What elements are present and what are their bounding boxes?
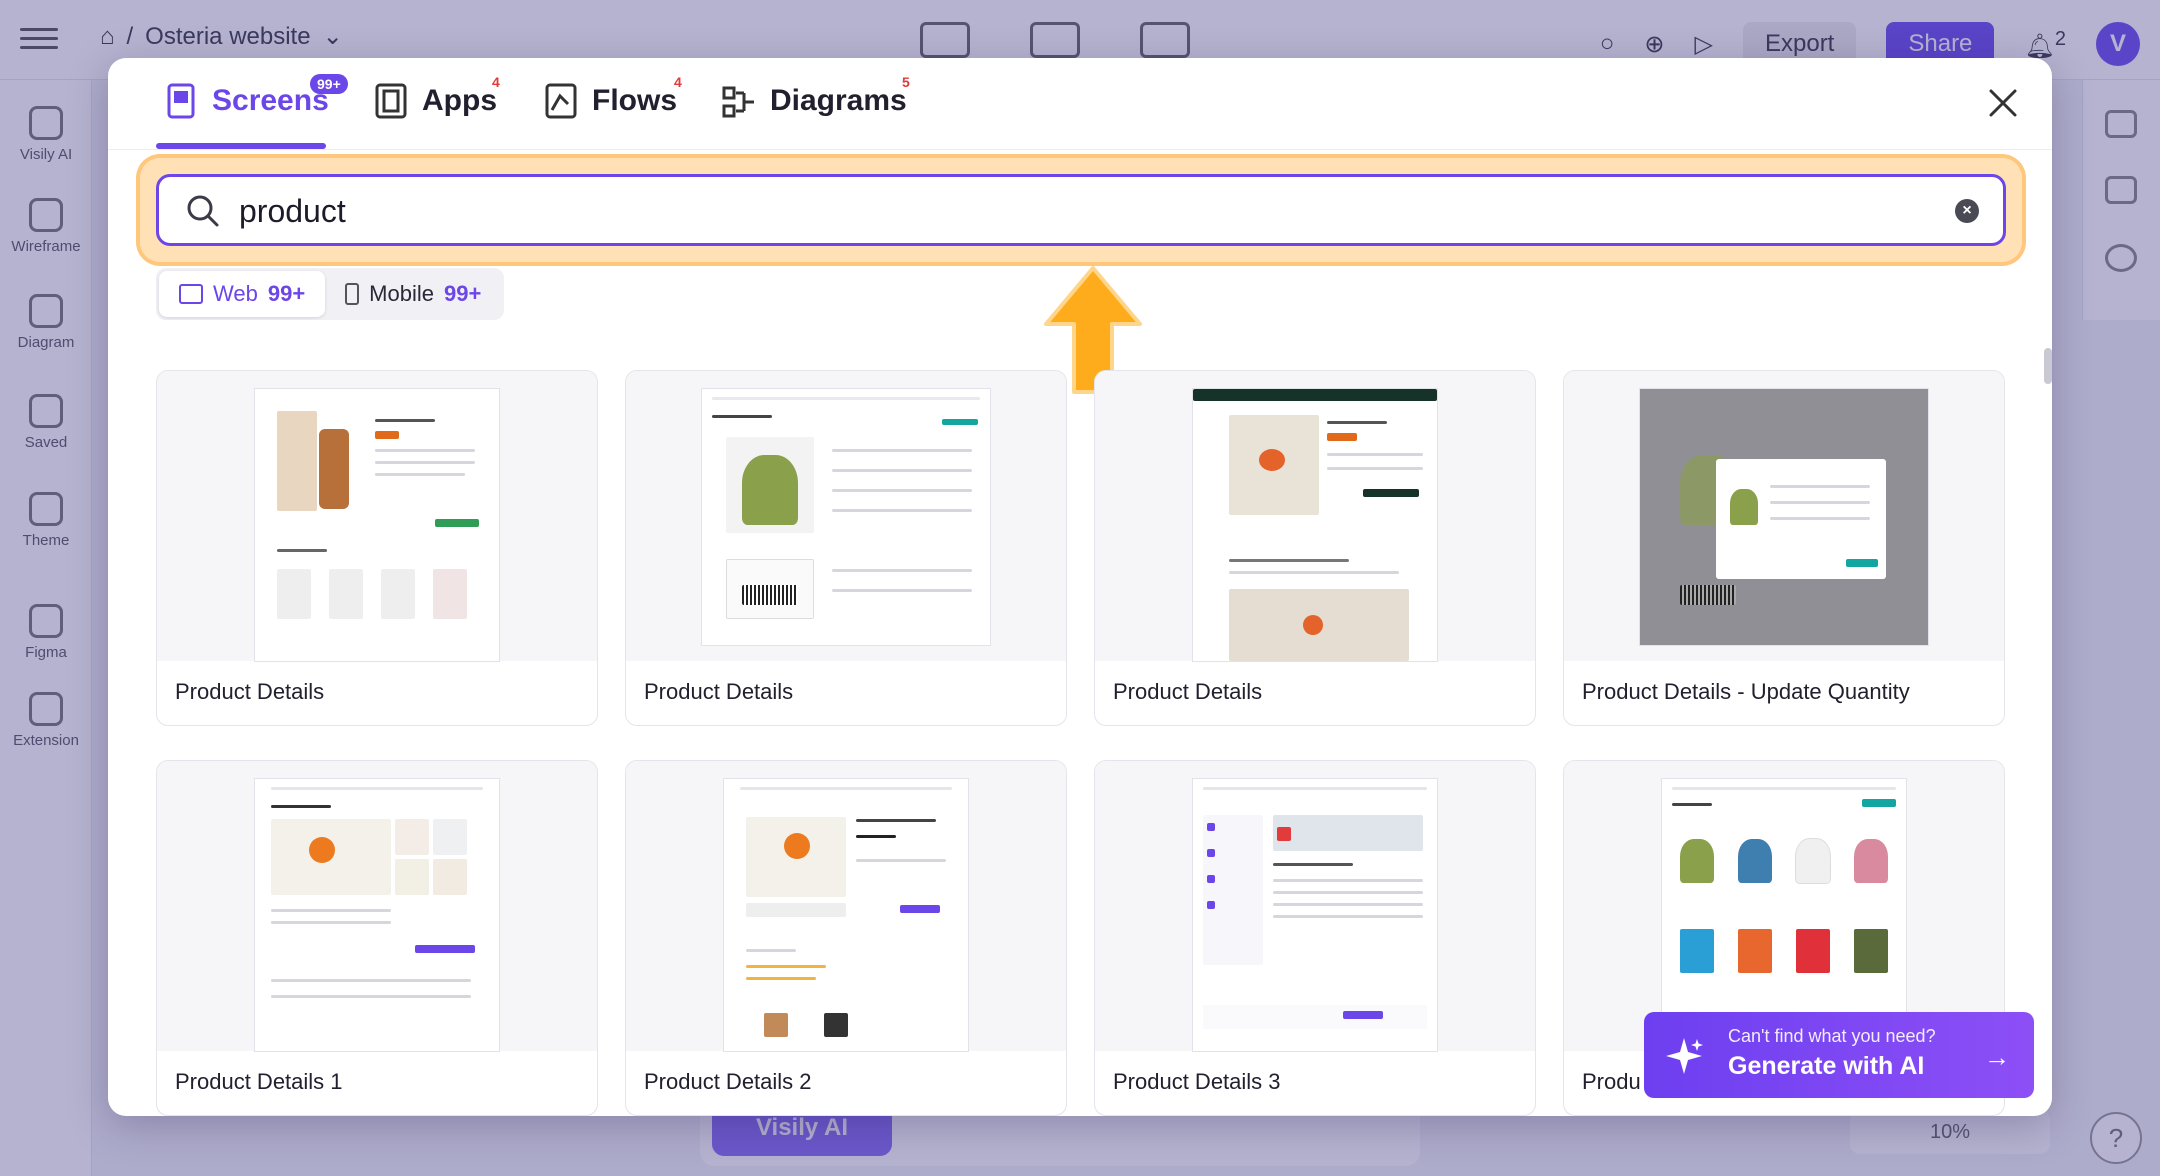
browser-icon [179, 284, 203, 304]
template-library-modal: Screens 99+ Apps 4 Flows 4 Diagrams 5 × [108, 58, 2052, 1116]
diagrams-icon [722, 86, 754, 118]
template-thumbnail [157, 761, 597, 1051]
ai-banner-title: Generate with AI [1728, 1052, 1925, 1080]
tab-flows[interactable]: Flows 4 [544, 74, 682, 150]
scrollbar[interactable] [2044, 348, 2052, 384]
screen-icon [167, 83, 195, 119]
template-title: Product Details [1113, 679, 1263, 704]
flows-icon [545, 83, 577, 119]
search-icon [187, 195, 219, 227]
tab-diagrams[interactable]: Diagrams 5 [722, 74, 910, 150]
template-card[interactable]: Product Details - Update Quantity [1563, 370, 2005, 726]
screen-preview [255, 389, 499, 661]
platform-mobile[interactable]: Mobile 99+ [325, 271, 501, 317]
search-input[interactable] [239, 187, 1919, 235]
tab-badge: 99+ [310, 74, 348, 94]
platform-web[interactable]: Web 99+ [159, 271, 326, 317]
tab-screens[interactable]: Screens 99+ [164, 74, 348, 150]
tab-badge: 4 [492, 74, 500, 90]
template-thumbnail [1564, 761, 2004, 1051]
template-thumbnail [157, 371, 597, 661]
close-icon[interactable] [1986, 86, 2020, 120]
template-card[interactable]: Product Details 1 [156, 760, 598, 1116]
tab-badge: 4 [674, 74, 682, 90]
template-title: Product Details 2 [644, 1069, 812, 1094]
ai-banner-subtitle: Can't find what you need? [1728, 1026, 1936, 1046]
screen-preview [702, 389, 990, 645]
template-card[interactable]: Product Details 3 [1094, 760, 1536, 1116]
screen-preview [1640, 389, 1928, 645]
template-thumbnail [626, 761, 1066, 1051]
tab-apps[interactable]: Apps 4 [374, 74, 500, 150]
template-thumbnail [1095, 761, 1535, 1051]
search-field[interactable]: × [156, 174, 2006, 246]
mobile-icon [345, 283, 360, 305]
screen-preview [1662, 779, 1906, 1051]
sparkle-icon [1666, 1038, 1703, 1074]
apps-icon [375, 83, 407, 119]
template-title: Product Details 1 [175, 1069, 343, 1094]
tab-badge: 5 [902, 74, 910, 90]
platform-filter: Web 99+ Mobile 99+ [156, 268, 505, 320]
clear-search-icon[interactable]: × [1955, 199, 1979, 223]
generate-with-ai-banner[interactable]: Can't find what you need? Generate with … [1644, 1012, 2034, 1098]
template-title: Product Details [175, 679, 325, 704]
template-title: Product Details [644, 679, 794, 704]
template-thumbnail [1095, 371, 1535, 661]
arrow-right-icon: → [1984, 1042, 2010, 1072]
template-thumbnail [626, 371, 1066, 661]
modal-tabs: Screens 99+ Apps 4 Flows 4 Diagrams 5 [108, 58, 2052, 150]
template-card[interactable]: Product Details [625, 370, 1067, 726]
active-tab-indicator [156, 143, 326, 149]
screen-preview [1193, 779, 1437, 1051]
screen-preview [724, 779, 968, 1051]
template-title: Product Details 3 [1113, 1069, 1281, 1094]
template-title: Produ [1582, 1069, 1641, 1094]
template-thumbnail [1564, 371, 2004, 661]
template-card[interactable]: Product Details [1094, 370, 1536, 726]
template-card[interactable]: Product Details 2 [625, 760, 1067, 1116]
template-title: Product Details - Update Quantity [1582, 679, 1910, 704]
template-card[interactable]: Product Details [156, 370, 598, 726]
screen-preview [255, 779, 499, 1051]
screen-preview [1193, 389, 1437, 661]
